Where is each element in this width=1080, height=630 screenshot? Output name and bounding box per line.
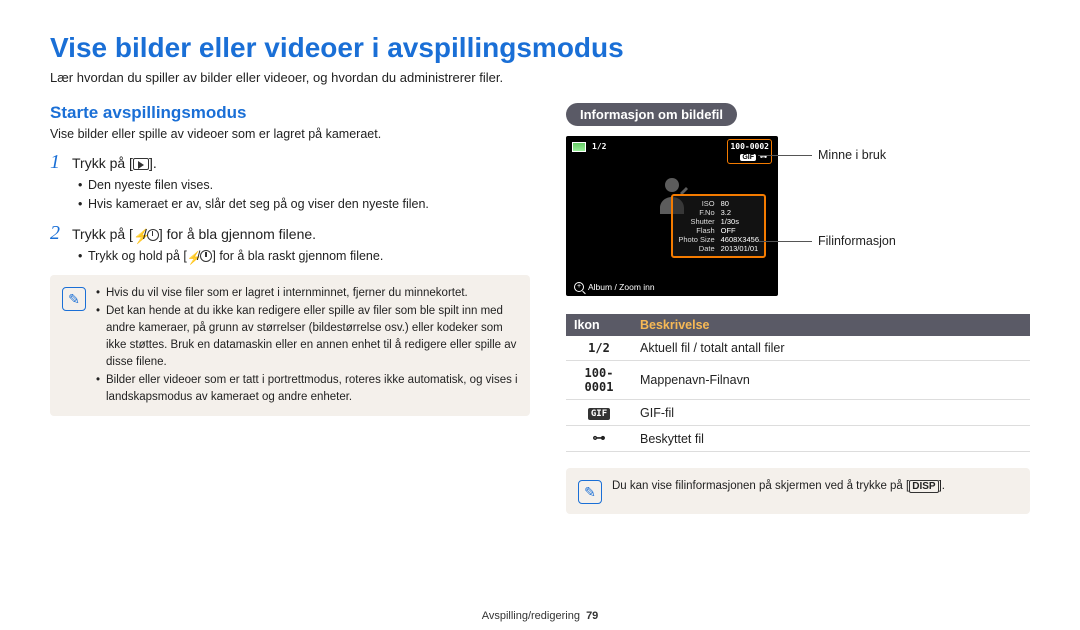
callout-label: Minne i bruk	[818, 148, 886, 162]
note-block: ✎ Hvis du vil vise filer som er lagret i…	[50, 275, 530, 416]
info-label: F.No	[678, 208, 714, 217]
desc-cell: Aktuell fil / totalt antall filer	[632, 336, 1030, 361]
step-num: 2	[50, 222, 66, 245]
info-value: 2013/01/01	[721, 244, 759, 253]
footer-page: 79	[586, 610, 598, 622]
note-block-2: ✎ Du kan vise filinformasjonen på skjerm…	[566, 468, 1030, 514]
info-label: Shutter	[678, 217, 714, 226]
info-value: 4608X3456	[721, 235, 759, 244]
note-icon: ✎	[62, 287, 86, 311]
table-head-desc: Beskrivelse	[632, 314, 1030, 336]
table-row: 1/2 Aktuell fil / totalt antall filer	[566, 336, 1030, 361]
timer-icon	[200, 250, 212, 262]
file-counter: 1/2	[592, 142, 606, 151]
note-item: Hvis du vil vise filer som er lagret i i…	[96, 285, 518, 302]
lead-text: Lær hvordan du spiller av bilder eller v…	[50, 70, 1030, 85]
icon-description-table: Ikon Beskrivelse 1/2 Aktuell fil / total…	[566, 314, 1030, 452]
page-title: Vise bilder eller videoer i avspillingsm…	[50, 32, 1030, 64]
icon-cell: GIF	[566, 400, 632, 426]
page-footer: Avspilling/redigering 79	[0, 610, 1080, 622]
info-value: OFF	[721, 226, 759, 235]
section-desc: Vise bilder eller spille av videoer som …	[50, 127, 530, 141]
note2-post: ].	[939, 480, 945, 492]
footer-section: Avspilling/redigering	[482, 610, 580, 622]
table-row: 100-0001 Mappenavn-Filnavn	[566, 361, 1030, 400]
file-info-box: ISO 80 F.No 3.2 Shutter 1/30s Flash OFF Phot…	[671, 194, 766, 258]
step-text-post: ] for å bla gjennom filene.	[159, 226, 316, 242]
section-heading: Starte avspillingsmodus	[50, 103, 530, 123]
info-value: 3.2	[721, 208, 759, 217]
info-value: 80	[721, 199, 759, 208]
info-label: ISO	[678, 199, 714, 208]
bullet-item: Den nyeste filen vises.	[78, 176, 530, 195]
bullet-pre: Trykk og hold på [	[88, 249, 187, 263]
screen-bottom-bar: + Album / Zoom inn	[574, 282, 655, 292]
table-row: ⊶ Beskyttet fil	[566, 426, 1030, 452]
info-label: Photo Size	[678, 235, 714, 244]
memory-badge: 100-0002 GIF ⊶	[727, 139, 772, 164]
disp-button-icon: DISP	[909, 480, 938, 493]
step-text: Trykk på [⚡/] for å bla gjennom filene.	[72, 226, 316, 242]
camera-screen: 1/2 100-0002 GIF ⊶ ISO 80 F.No 3.2 Shutter…	[566, 136, 778, 296]
gif-badge: GIF	[740, 154, 756, 161]
desc-cell: GIF-fil	[632, 400, 1030, 426]
gif-icon: GIF	[588, 408, 610, 420]
left-column: Starte avspillingsmodus Vise bilder elle…	[50, 103, 530, 514]
note-icon: ✎	[578, 480, 602, 504]
zoom-plus-icon: +	[574, 282, 584, 292]
step-2-bullets: Trykk og hold på [⚡/] for å bla raskt gj…	[50, 247, 530, 266]
step-text-pre: Trykk på [	[72, 226, 133, 242]
step-text-pre: Trykk på [	[72, 155, 133, 171]
note-text: Du kan vise filinformasjonen på skjermen…	[612, 478, 945, 504]
timer-icon	[147, 229, 159, 241]
step-2: 2 Trykk på [⚡/] for å bla gjennom filene…	[50, 222, 530, 245]
step-1-bullets: Den nyeste filen vises. Hvis kameraet er…	[50, 176, 530, 214]
note-list: Hvis du vil vise filer som er lagret i i…	[96, 285, 518, 406]
note2-pre: Du kan vise filinformasjonen på skjermen…	[612, 480, 909, 492]
file-number: 100-0002	[730, 142, 769, 151]
step-1: 1 Trykk på [].	[50, 151, 530, 174]
callout-fileinfo: Filinformasjon	[782, 234, 896, 248]
icon-cell: 100-0001	[566, 361, 632, 400]
callout-label: Filinformasjon	[818, 234, 896, 248]
screen-area: 1/2 100-0002 GIF ⊶ ISO 80 F.No 3.2 Shutter…	[566, 136, 1030, 296]
callout-line	[782, 241, 812, 242]
step-num: 1	[50, 151, 66, 174]
callout-line	[782, 155, 812, 156]
info-label: Flash	[678, 226, 714, 235]
play-icon	[133, 158, 149, 170]
desc-cell: Beskyttet fil	[632, 426, 1030, 452]
note-item: Det kan hende at du ikke kan redigere el…	[96, 303, 518, 372]
icon-cell: ⊶	[566, 426, 632, 452]
table-row: GIF GIF-fil	[566, 400, 1030, 426]
right-column: Informasjon om bildefil 1/2 100-0002 GIF…	[566, 103, 1030, 514]
bullet-post: ] for å bla raskt gjennom filene.	[212, 249, 383, 263]
info-pill: Informasjon om bildefil	[566, 103, 737, 126]
table-head-icon: Ikon	[566, 314, 632, 336]
step-text: Trykk på [].	[72, 155, 157, 171]
flash-icon: ⚡	[187, 249, 197, 263]
step-text-post: ].	[149, 155, 157, 171]
photo-thumb-icon	[572, 142, 586, 152]
note-item: Bilder eller videoer som er tatt i portr…	[96, 372, 518, 407]
lock-icon: ⊶	[593, 431, 606, 446]
icon-cell: 1/2	[566, 336, 632, 361]
info-value: 1/30s	[721, 217, 759, 226]
bullet-item: Hvis kameraet er av, slår det seg på og …	[78, 195, 530, 214]
callout-memory: Minne i bruk	[782, 148, 896, 162]
callouts: Minne i bruk Filinformasjon	[782, 136, 896, 248]
bottom-bar-text: Album / Zoom inn	[588, 282, 655, 292]
info-label: Date	[678, 244, 714, 253]
desc-cell: Mappenavn-Filnavn	[632, 361, 1030, 400]
bullet-item: Trykk og hold på [⚡/] for å bla raskt gj…	[78, 247, 530, 266]
flash-icon: ⚡	[133, 228, 143, 242]
